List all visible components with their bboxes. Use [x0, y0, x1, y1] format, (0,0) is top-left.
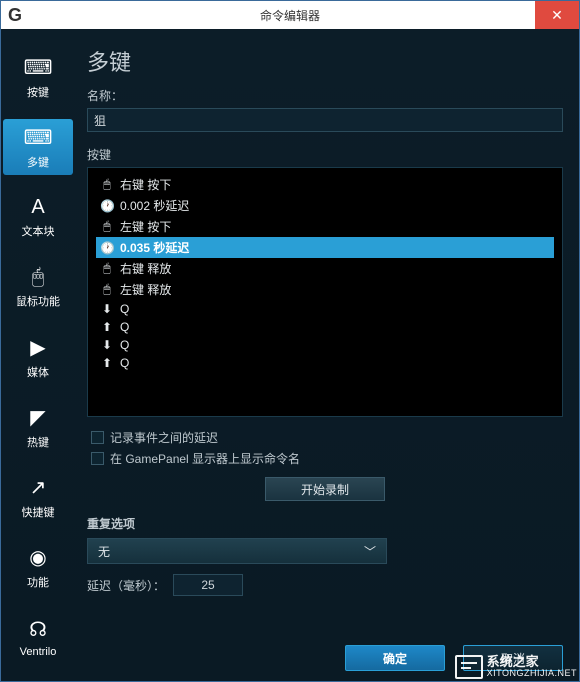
checkbox-row-record-delay[interactable]: 记录事件之间的延迟 — [91, 429, 563, 446]
mouse-icon: 🖱 — [100, 177, 114, 192]
sidebar-icon: ☊ — [29, 617, 47, 642]
keys-label: 按键 — [87, 146, 563, 163]
checkbox-icon — [91, 452, 104, 465]
footer-buttons: 确定 取消 — [345, 645, 563, 671]
sidebar-icon: ↗ — [30, 475, 47, 500]
key-row[interactable]: ⬇Q — [96, 300, 554, 318]
window: G 命令编辑器 ✕ ⌨ 按键 ⌨ 多键 A 文本块 🖱 鼠标功能 ▶ 媒体 ◤ 热键 ↗ 快捷键 ◉ 功能 ☊ V… — [0, 0, 580, 682]
checkbox-icon — [91, 431, 104, 444]
titlebar: G 命令编辑器 ✕ — [1, 1, 579, 29]
repeat-label: 重复选项 — [87, 515, 563, 532]
key-row[interactable]: 🖱 左键 释放 — [96, 279, 554, 300]
key-text: Q — [120, 356, 129, 370]
key-row[interactable]: 🖱 右键 按下 — [96, 174, 554, 195]
key-row[interactable]: 🕐 0.035 秒延迟 — [96, 237, 554, 258]
key-text: 左键 释放 — [120, 281, 171, 298]
key-text: Q — [120, 302, 129, 316]
checkbox-label: 记录事件之间的延迟 — [110, 429, 218, 446]
name-label: 名称： — [87, 87, 563, 104]
sidebar-item-按键[interactable]: ⌨ 按键 — [3, 49, 73, 105]
main-panel: 多键 名称： 按键 🖱 右键 按下 🕐 0.002 秒延迟 🖱 左键 按下 🕐 0.035 秒… — [79, 29, 579, 681]
sidebar-item-功能[interactable]: ◉ 功能 — [3, 539, 73, 595]
sidebar-item-ventrilo[interactable]: ☊ Ventrilo — [3, 609, 73, 665]
mouse-icon: 🖱 — [100, 282, 114, 297]
sidebar-label: Ventrilo — [20, 646, 57, 658]
sidebar-label: 媒体 — [27, 364, 49, 380]
sidebar-item-鼠标功能[interactable]: 🖱 鼠标功能 — [3, 259, 73, 315]
key-row[interactable]: 🖱 右键 释放 — [96, 258, 554, 279]
down-icon: ⬇ — [100, 302, 114, 316]
key-text: 右键 释放 — [120, 260, 171, 277]
sidebar-icon: ⌨ — [24, 55, 53, 80]
sidebar-label: 多键 — [27, 154, 49, 170]
app-logo: G — [1, 1, 29, 29]
name-input[interactable] — [87, 108, 563, 132]
start-record-button[interactable]: 开始录制 — [265, 477, 385, 501]
key-row[interactable]: 🕐 0.002 秒延迟 — [96, 195, 554, 216]
key-row[interactable]: ⬆Q — [96, 354, 554, 372]
sidebar-icon: 🖱 — [32, 266, 44, 289]
key-row[interactable]: 🖱 左键 按下 — [96, 216, 554, 237]
sidebar-icon: ▶ — [30, 335, 45, 360]
sidebar-item-快捷键[interactable]: ↗ 快捷键 — [3, 469, 73, 525]
key-row[interactable]: ⬆Q — [96, 318, 554, 336]
sidebar-label: 热键 — [27, 434, 49, 450]
key-text: 右键 按下 — [120, 176, 171, 193]
sidebar-label: 功能 — [27, 574, 49, 590]
repeat-value: 无 — [98, 543, 110, 560]
key-row[interactable]: ⬇Q — [96, 336, 554, 354]
keys-listbox[interactable]: 🖱 右键 按下 🕐 0.002 秒延迟 🖱 左键 按下 🕐 0.035 秒延迟 🖱 右键 释放 🖱 左… — [87, 167, 563, 417]
up-icon: ⬆ — [100, 356, 114, 370]
mouse-icon: 🖱 — [100, 261, 114, 276]
key-text: 0.002 秒延迟 — [120, 197, 189, 214]
checkbox-label: 在 GamePanel 显示器上显示命令名 — [110, 450, 300, 467]
ok-button[interactable]: 确定 — [345, 645, 445, 671]
close-button[interactable]: ✕ — [535, 1, 579, 29]
sidebar-item-文本块[interactable]: A 文本块 — [3, 189, 73, 245]
checkbox-row-gamepanel[interactable]: 在 GamePanel 显示器上显示命令名 — [91, 450, 563, 467]
sidebar-label: 快捷键 — [22, 504, 55, 520]
delay-input[interactable] — [173, 574, 243, 596]
page-heading: 多键 — [87, 45, 563, 77]
sidebar-icon: ◉ — [29, 545, 46, 570]
sidebar-label: 鼠标功能 — [16, 293, 60, 309]
repeat-select[interactable]: 无 ﹀ — [87, 538, 387, 564]
chevron-down-icon: ﹀ — [364, 543, 376, 560]
clock-icon: 🕐 — [100, 199, 114, 213]
sidebar-label: 按键 — [27, 84, 49, 100]
sidebar-item-热键[interactable]: ◤ 热键 — [3, 399, 73, 455]
clock-icon: 🕐 — [100, 241, 114, 255]
window-title: 命令编辑器 — [260, 7, 320, 24]
sidebar-item-媒体[interactable]: ▶ 媒体 — [3, 329, 73, 385]
down-icon: ⬇ — [100, 338, 114, 352]
body: ⌨ 按键 ⌨ 多键 A 文本块 🖱 鼠标功能 ▶ 媒体 ◤ 热键 ↗ 快捷键 ◉ 功能 ☊ Ventrilo 多键… — [1, 29, 579, 681]
key-text: Q — [120, 320, 129, 334]
cancel-button[interactable]: 取消 — [463, 645, 563, 671]
sidebar: ⌨ 按键 ⌨ 多键 A 文本块 🖱 鼠标功能 ▶ 媒体 ◤ 热键 ↗ 快捷键 ◉ 功能 ☊ Ventrilo — [1, 29, 79, 681]
key-text: 0.035 秒延迟 — [120, 239, 189, 256]
delay-label: 延迟（毫秒）： — [87, 577, 165, 594]
key-text: 左键 按下 — [120, 218, 171, 235]
mouse-icon: 🖱 — [100, 219, 114, 234]
sidebar-label: 文本块 — [22, 223, 55, 239]
sidebar-icon: A — [31, 196, 44, 219]
sidebar-icon: ◤ — [30, 405, 45, 430]
key-text: Q — [120, 338, 129, 352]
sidebar-icon: ⌨ — [24, 125, 53, 150]
up-icon: ⬆ — [100, 320, 114, 334]
sidebar-item-多键[interactable]: ⌨ 多键 — [3, 119, 73, 175]
